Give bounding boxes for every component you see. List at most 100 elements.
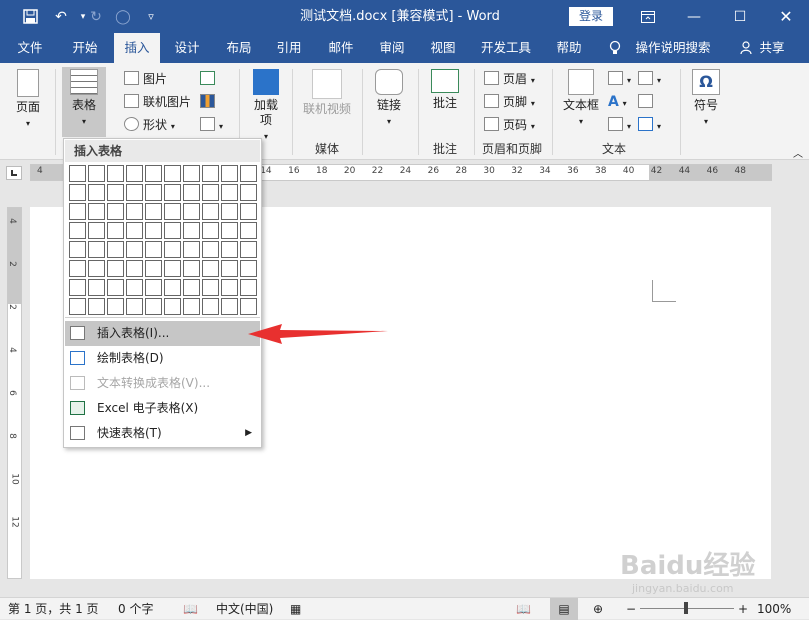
tab-mailings[interactable]: 邮件: [318, 33, 364, 63]
grid-cell[interactable]: [221, 165, 238, 182]
grid-cell[interactable]: [221, 298, 238, 315]
grid-cell[interactable]: [202, 279, 219, 296]
zoom-slider-thumb[interactable]: [684, 602, 688, 614]
wordart-button[interactable]: A ▾: [608, 92, 627, 112]
grid-cell[interactable]: [202, 260, 219, 277]
grid-cell[interactable]: [202, 184, 219, 201]
language[interactable]: 中文(中国): [216, 598, 273, 620]
grid-cell[interactable]: [126, 279, 143, 296]
grid-cell[interactable]: [240, 165, 257, 182]
page-number-button[interactable]: 页码 ▾: [484, 115, 535, 135]
signature-line-button[interactable]: ▾: [638, 69, 661, 89]
grid-cell[interactable]: [88, 260, 105, 277]
grid-cell[interactable]: [221, 260, 238, 277]
grid-cell[interactable]: [145, 298, 162, 315]
tell-me-search[interactable]: 操作说明搜索: [630, 33, 716, 63]
grid-cell[interactable]: [145, 279, 162, 296]
grid-cell[interactable]: [221, 184, 238, 201]
tab-layout[interactable]: 布局: [216, 33, 262, 63]
object-button[interactable]: ▾: [638, 115, 661, 135]
grid-cell[interactable]: [202, 298, 219, 315]
symbol-button[interactable]: Ω 符号 ▾: [686, 67, 726, 129]
grid-cell[interactable]: [88, 184, 105, 201]
close-icon[interactable]: ✕: [763, 0, 809, 33]
grid-cell[interactable]: [126, 260, 143, 277]
grid-cell[interactable]: [69, 241, 86, 258]
menu-item-excel-table[interactable]: Excel 电子表格(X): [65, 396, 260, 421]
tab-references[interactable]: 引用: [266, 33, 312, 63]
chart-button[interactable]: [200, 92, 219, 112]
grid-cell[interactable]: [69, 298, 86, 315]
login-button[interactable]: 登录: [569, 7, 613, 26]
comment-button[interactable]: 批注: [424, 67, 466, 111]
grid-cell[interactable]: [126, 222, 143, 239]
online-video-button[interactable]: 联机视频: [298, 67, 356, 117]
grid-cell[interactable]: [164, 184, 181, 201]
grid-cell[interactable]: [202, 241, 219, 258]
customize-icon[interactable]: ▿: [138, 0, 164, 33]
grid-cell[interactable]: [69, 165, 86, 182]
shapes-button[interactable]: 形状 ▾: [124, 115, 175, 135]
vertical-scrollbar[interactable]: [791, 160, 809, 597]
grid-cell[interactable]: [145, 184, 162, 201]
grid-cell[interactable]: [202, 222, 219, 239]
grid-cell[interactable]: [88, 279, 105, 296]
menu-item-convert-text[interactable]: 文本转换成表格(V)...: [65, 371, 260, 396]
zoom-in-button[interactable]: +: [738, 598, 748, 620]
grid-cell[interactable]: [164, 222, 181, 239]
redo-icon[interactable]: ↻: [83, 0, 109, 33]
grid-cell[interactable]: [164, 279, 181, 296]
grid-cell[interactable]: [183, 165, 200, 182]
minimize-icon[interactable]: —: [671, 0, 717, 33]
grid-cell[interactable]: [221, 203, 238, 220]
date-time-button[interactable]: [638, 92, 657, 112]
screenshot-button[interactable]: ▾: [200, 115, 223, 135]
grid-cell[interactable]: [183, 260, 200, 277]
grid-cell[interactable]: [202, 165, 219, 182]
grid-cell[interactable]: [164, 203, 181, 220]
grid-cell[interactable]: [107, 279, 124, 296]
zoom-out-button[interactable]: −: [626, 598, 636, 620]
grid-cell[interactable]: [221, 222, 238, 239]
grid-cell[interactable]: [88, 298, 105, 315]
tab-help[interactable]: 帮助: [546, 33, 592, 63]
drop-cap-button[interactable]: ▾: [608, 115, 631, 135]
grid-cell[interactable]: [126, 298, 143, 315]
grid-cell[interactable]: [183, 241, 200, 258]
grid-cell[interactable]: [240, 203, 257, 220]
maximize-icon[interactable]: ☐: [717, 0, 763, 33]
grid-cell[interactable]: [107, 222, 124, 239]
grid-cell[interactable]: [107, 165, 124, 182]
vertical-ruler[interactable]: 4 2 2 4 6 8 10 12: [7, 207, 22, 579]
table-size-grid[interactable]: [69, 165, 259, 317]
table-button[interactable]: 表格 ▾: [62, 67, 106, 137]
tab-file[interactable]: 文件: [6, 33, 54, 63]
page-info[interactable]: 第 1 页，共 1 页: [8, 598, 99, 620]
grid-cell[interactable]: [240, 184, 257, 201]
grid-cell[interactable]: [88, 222, 105, 239]
grid-cell[interactable]: [240, 241, 257, 258]
menu-item-draw-table[interactable]: 绘制表格(D): [65, 346, 260, 371]
grid-cell[interactable]: [240, 222, 257, 239]
addins-button[interactable]: 加载项 ▾: [246, 67, 286, 144]
grid-cell[interactable]: [107, 184, 124, 201]
grid-cell[interactable]: [107, 260, 124, 277]
grid-cell[interactable]: [145, 260, 162, 277]
macro-icon[interactable]: ▦: [290, 598, 301, 620]
grid-cell[interactable]: [126, 241, 143, 258]
link-button[interactable]: 链接 ▾: [368, 67, 410, 129]
grid-cell[interactable]: [183, 184, 200, 201]
tab-home[interactable]: 开始: [62, 33, 108, 63]
grid-cell[interactable]: [145, 203, 162, 220]
grid-cell[interactable]: [164, 165, 181, 182]
header-button[interactable]: 页眉 ▾: [484, 69, 535, 89]
tab-insert[interactable]: 插入: [114, 33, 160, 63]
tab-developer[interactable]: 开发工具: [472, 33, 540, 63]
tab-view[interactable]: 视图: [420, 33, 466, 63]
menu-item-quick-tables[interactable]: 快速表格(T) ▶: [65, 421, 260, 446]
grid-cell[interactable]: [183, 279, 200, 296]
grid-cell[interactable]: [126, 184, 143, 201]
grid-cell[interactable]: [183, 222, 200, 239]
online-picture-button[interactable]: 联机图片: [124, 92, 191, 112]
grid-cell[interactable]: [88, 203, 105, 220]
